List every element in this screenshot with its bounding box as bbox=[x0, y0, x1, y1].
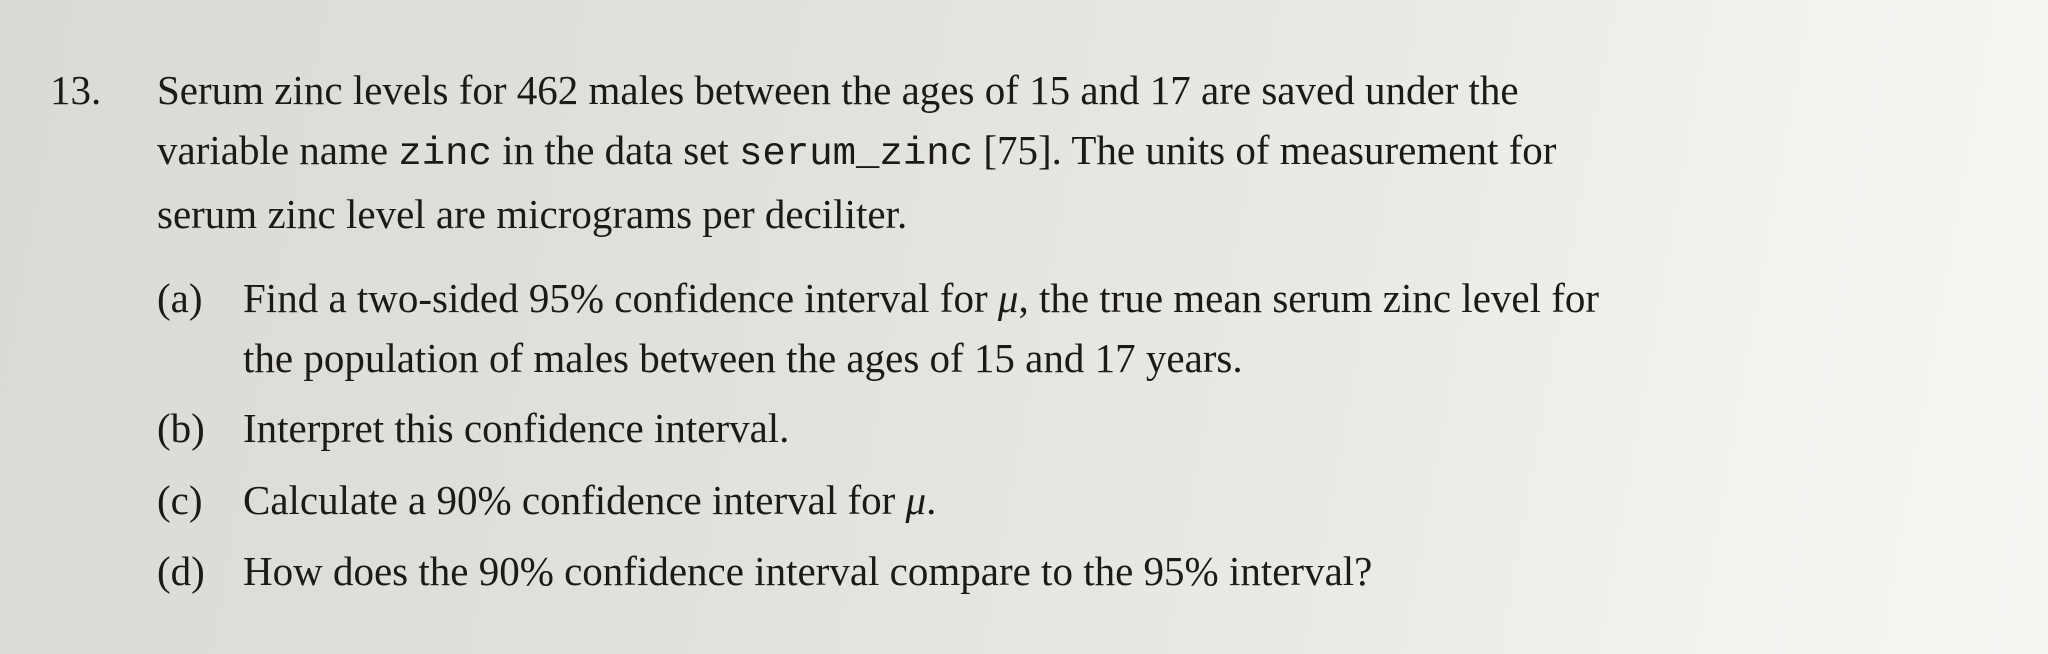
part-label: (d) bbox=[157, 548, 205, 594]
part-text: Interpret this confidence interval. bbox=[243, 405, 790, 451]
part-text-after: , the true mean serum zinc level for bbox=[1018, 275, 1600, 321]
dataset-name-code: serum_zinc bbox=[739, 132, 974, 176]
part-d: (d) How does the 90% confidence interval … bbox=[157, 541, 1372, 601]
stem-text: [75]. The units of measurement for bbox=[973, 127, 1557, 173]
stem-text: serum zinc level are micrograms per deci… bbox=[157, 191, 908, 237]
part-text: Find a two-sided 95% confidence interval… bbox=[243, 275, 1599, 321]
variable-name-code: zinc bbox=[398, 132, 492, 176]
mu-symbol: μ bbox=[997, 275, 1019, 321]
part-label: (b) bbox=[157, 405, 205, 451]
part-text-line-2: the population of males between the ages… bbox=[243, 335, 1243, 381]
stem-text: in the data set bbox=[491, 127, 740, 173]
problem-stem: Serum zinc levels for 462 males between … bbox=[157, 60, 2017, 244]
stem-text: variable name bbox=[157, 127, 399, 173]
stem-line-1: Serum zinc levels for 462 males between … bbox=[157, 60, 2017, 120]
part-text-before: Find a two-sided 95% confidence interval… bbox=[243, 275, 998, 321]
part-text: How does the 90% confidence interval com… bbox=[243, 548, 1373, 594]
part-text-before: Calculate a 90% confidence interval for bbox=[243, 477, 906, 523]
part-label: (a) bbox=[157, 275, 203, 321]
part-c: (c) Calculate a 90% confidence interval f… bbox=[157, 470, 936, 530]
stem-line-2: variable name zinc in the data set serum… bbox=[157, 120, 2017, 184]
problem-number: 13. bbox=[50, 67, 102, 113]
part-text: Calculate a 90% confidence interval for … bbox=[243, 477, 936, 523]
part-text-after: . bbox=[926, 477, 937, 523]
stem-line-3: serum zinc level are micrograms per deci… bbox=[157, 184, 2017, 244]
stem-text: Serum zinc levels for 462 males between … bbox=[157, 67, 1519, 113]
part-b: (b) Interpret this confidence interval. bbox=[157, 398, 789, 458]
textbook-page: 13. Serum zinc levels for 462 males betw… bbox=[0, 0, 2048, 654]
part-label: (c) bbox=[157, 477, 203, 523]
part-a: (a) Find a two-sided 95% confidence inter… bbox=[157, 268, 1599, 388]
mu-symbol: μ bbox=[905, 477, 927, 523]
